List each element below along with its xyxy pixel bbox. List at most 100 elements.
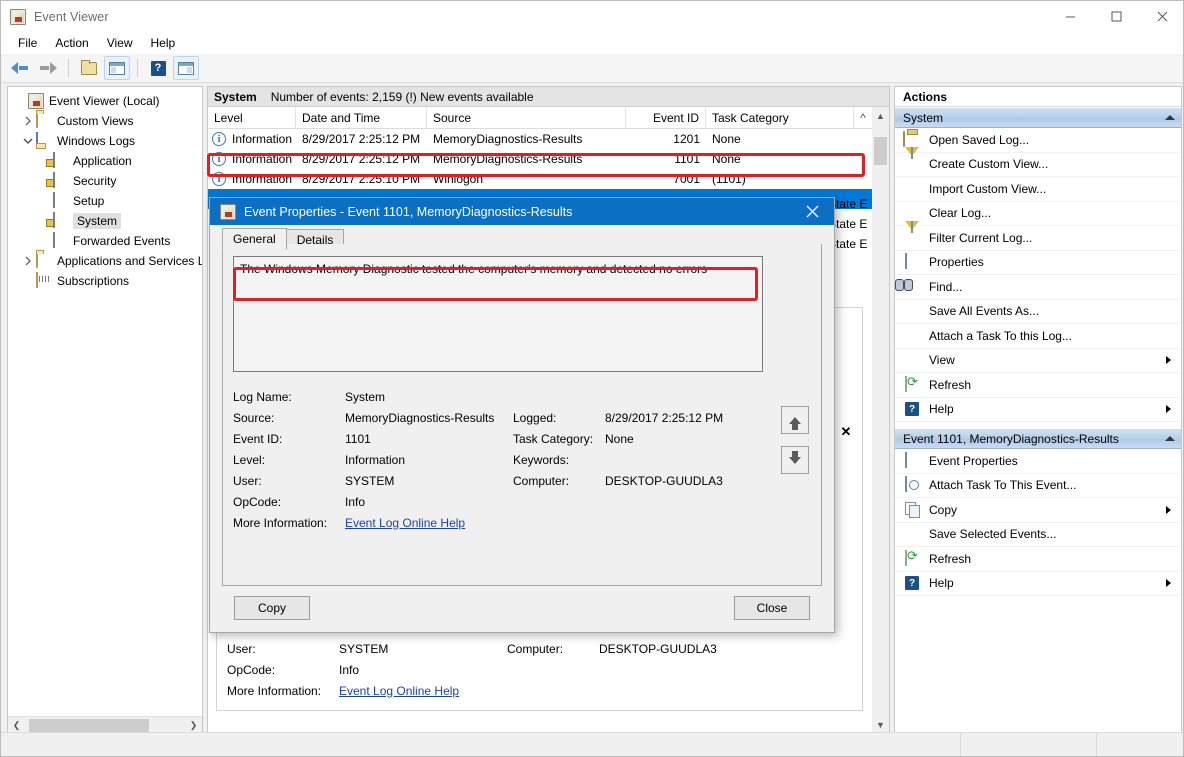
- scroll-left-icon[interactable]: ❮: [8, 717, 25, 734]
- chevron-right-icon[interactable]: [20, 253, 36, 269]
- menu-action[interactable]: Action: [46, 34, 97, 52]
- event-list-vertical-scrollbar[interactable]: ▲ ▼: [872, 107, 889, 733]
- column-header-level[interactable]: Level: [208, 107, 296, 129]
- event-list-header-bar: System Number of events: 2,159 (!) New e…: [208, 87, 889, 107]
- close-button[interactable]: Close: [734, 596, 810, 620]
- action-find[interactable]: Find...: [895, 275, 1181, 300]
- chevron-down-icon[interactable]: [20, 133, 36, 149]
- next-event-button[interactable]: [781, 446, 809, 474]
- sidebar-item-windows-logs[interactable]: Windows Logs: [8, 131, 202, 151]
- tree-horizontal-scrollbar[interactable]: ❮ ❯: [8, 716, 202, 733]
- scrollbar-thumb[interactable]: [874, 137, 887, 165]
- action-attach-task-to-this-event[interactable]: Attach Task To This Event...: [895, 474, 1181, 499]
- refresh-icon: [903, 551, 923, 567]
- sidebar-item-custom-views[interactable]: Custom Views: [8, 111, 202, 131]
- copy-button[interactable]: Copy: [234, 596, 310, 620]
- actions-pane-title: Actions: [895, 87, 1181, 107]
- action-clear-log[interactable]: Clear Log...: [895, 202, 1181, 227]
- action-attach-a-task-to-this-log[interactable]: Attach a Task To this Log...: [895, 324, 1181, 349]
- sidebar-item-application[interactable]: Application: [8, 151, 202, 171]
- detail-label: User:: [227, 642, 339, 656]
- close-icon[interactable]: [1139, 1, 1184, 32]
- forward-arrow-icon[interactable]: [35, 56, 61, 80]
- tab-general[interactable]: General: [222, 228, 287, 250]
- help-icon: ?: [903, 401, 923, 417]
- action-properties[interactable]: Properties: [895, 251, 1181, 276]
- log-icon: [52, 193, 68, 209]
- menu-view[interactable]: View: [98, 34, 142, 52]
- sidebar-item-forwarded-events[interactable]: Forwarded Events: [8, 231, 202, 251]
- action-label: Save Selected Events...: [929, 527, 1181, 541]
- console-tree-icon[interactable]: [104, 56, 130, 80]
- action-view[interactable]: View: [895, 349, 1181, 374]
- help-icon[interactable]: ?: [145, 56, 171, 80]
- sidebar-item-system[interactable]: System: [8, 211, 202, 231]
- close-icon[interactable]: [790, 198, 834, 225]
- chevron-right-icon[interactable]: [20, 113, 36, 129]
- caret-up-icon[interactable]: [1165, 436, 1175, 441]
- action-event-properties[interactable]: Event Properties: [895, 449, 1181, 474]
- menu-help[interactable]: Help: [142, 34, 185, 52]
- attach-task-icon: [903, 477, 923, 493]
- event-log-online-help-link[interactable]: Event Log Online Help: [339, 684, 459, 698]
- previous-event-button[interactable]: [781, 406, 809, 434]
- status-cell-3: [1097, 733, 1184, 756]
- filter-icon: [903, 230, 923, 246]
- column-header-event-id[interactable]: Event ID: [626, 107, 706, 129]
- menu-file[interactable]: File: [9, 34, 46, 52]
- tree-root-item[interactable]: Event Viewer (Local): [8, 91, 202, 111]
- action-help-event[interactable]: ? Help: [895, 572, 1181, 597]
- caret-up-icon[interactable]: [1165, 115, 1175, 120]
- action-refresh-event[interactable]: Refresh: [895, 547, 1181, 572]
- action-import-custom-view[interactable]: Import Custom View...: [895, 177, 1181, 202]
- field-label: Level:: [233, 453, 345, 467]
- column-header-task-category[interactable]: Task Category: [706, 107, 854, 129]
- table-row[interactable]: i Information 8/29/2017 2:25:12 PM Memor…: [208, 149, 889, 169]
- field-value-computer: DESKTOP-GUUDLA3: [605, 474, 723, 488]
- action-label: Create Custom View...: [929, 157, 1181, 171]
- action-save-selected-events[interactable]: Save Selected Events...: [895, 523, 1181, 548]
- scrollbar-thumb[interactable]: [29, 719, 149, 732]
- actions-group-header-system[interactable]: System: [895, 107, 1181, 128]
- dialog-body: The Windows Memory Diagnostic tested the…: [222, 244, 822, 586]
- detail-row-opcode: OpCode: Info: [227, 659, 852, 680]
- action-refresh[interactable]: Refresh: [895, 373, 1181, 398]
- scroll-right-icon[interactable]: ❯: [185, 717, 202, 734]
- windows-logs-icon: [36, 133, 52, 149]
- log-name-title: System: [214, 90, 257, 104]
- table-row[interactable]: i Information 8/29/2017 2:25:10 PM Winlo…: [208, 169, 889, 189]
- folder-icon[interactable]: [76, 56, 102, 80]
- scrollbar-track[interactable]: [25, 717, 185, 734]
- no-icon: [903, 205, 923, 221]
- close-icon[interactable]: ✕: [836, 424, 856, 440]
- sidebar-item-setup[interactable]: Setup: [8, 191, 202, 211]
- column-header-date-and-time[interactable]: Date and Time: [296, 107, 427, 129]
- action-copy[interactable]: Copy: [895, 498, 1181, 523]
- sidebar-item-label: Application: [73, 154, 132, 168]
- minimize-icon[interactable]: [1047, 1, 1093, 32]
- back-arrow-icon[interactable]: [7, 56, 33, 80]
- sidebar-item-subscriptions[interactable]: Subscriptions: [8, 271, 202, 291]
- sidebar-item-security[interactable]: Security: [8, 171, 202, 191]
- action-save-all-events-as[interactable]: Save All Events As...: [895, 300, 1181, 325]
- event-log-online-help-link[interactable]: Event Log Online Help: [345, 516, 465, 530]
- sidebar-item-applications-and-services-logs[interactable]: Applications and Services Lo: [8, 251, 202, 271]
- action-create-custom-view[interactable]: Create Custom View...: [895, 153, 1181, 178]
- action-pane-icon[interactable]: [173, 56, 199, 80]
- scroll-up-icon[interactable]: ▲: [872, 107, 889, 124]
- sidebar-item-label: Security: [73, 174, 116, 188]
- maximize-icon[interactable]: [1093, 1, 1139, 32]
- action-filter-current-log[interactable]: Filter Current Log...: [895, 226, 1181, 251]
- cell-source: MemoryDiagnostics-Results: [427, 152, 626, 166]
- actions-group-header-event[interactable]: Event 1101, MemoryDiagnostics-Results: [895, 428, 1181, 449]
- cell-task-category: None: [706, 152, 854, 166]
- scroll-down-icon[interactable]: ▼: [872, 716, 889, 733]
- action-label: Clear Log...: [929, 206, 1181, 220]
- open-saved-log-icon: [903, 132, 923, 148]
- table-row[interactable]: i Information 8/29/2017 2:25:12 PM Memor…: [208, 129, 889, 149]
- event-message-box[interactable]: The Windows Memory Diagnostic tested the…: [233, 256, 763, 372]
- sort-indicator-icon[interactable]: ^: [854, 111, 872, 125]
- action-open-saved-log[interactable]: Open Saved Log...: [895, 128, 1181, 153]
- column-header-source[interactable]: Source: [427, 107, 626, 129]
- action-help[interactable]: ? Help: [895, 398, 1181, 423]
